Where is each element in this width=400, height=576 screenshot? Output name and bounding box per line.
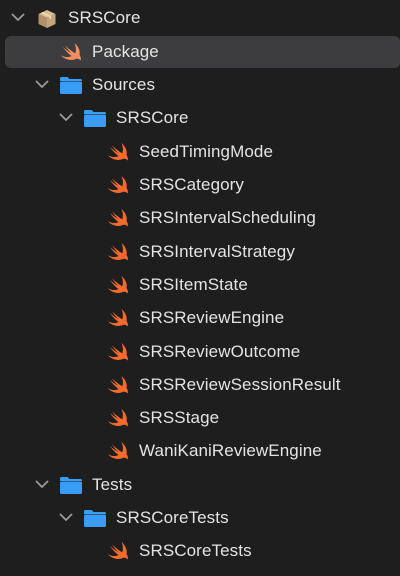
tree-item-label: Sources [92,75,156,94]
tree-item-label: WaniKaniReviewEngine [139,441,322,460]
swift-file-icon [107,135,131,168]
tree-item-srscore-folder[interactable]: SRSCore [0,101,400,134]
swift-file-icon [60,35,84,68]
folder-icon [59,68,83,101]
folder-icon [83,101,107,134]
swift-file-icon [107,534,131,567]
tree-item-label: SRSIntervalStrategy [139,242,295,261]
project-navigator: SRSCore Package Sources SRSCore SeedTimi… [0,0,400,576]
tree-item-swift-file[interactable]: SRSIntervalStrategy [0,235,400,268]
swift-file-icon [107,434,131,467]
tree-item-label: SRSReviewOutcome [139,342,301,361]
swift-file-icon [107,268,131,301]
tree-item-label: SRSCategory [139,175,245,194]
chevron-down-icon[interactable] [10,1,26,34]
tree-item-tests-folder[interactable]: Tests [0,468,400,501]
chevron-down-icon[interactable] [58,101,74,134]
tree-item-label: Package [92,42,159,61]
tree-item-label: SRSReviewSessionResult [139,375,341,394]
tree-item-package-swift[interactable]: Package [0,35,400,68]
swift-file-icon [107,368,131,401]
tree-item-srscore-package[interactable]: SRSCore [0,1,400,34]
tree-item-swift-file[interactable]: SRSReviewEngine [0,301,400,334]
chevron-down-icon[interactable] [34,468,50,501]
tree-item-label: SRSItemState [139,275,248,294]
tree-item-srscoretests-folder[interactable]: SRSCoreTests [0,501,400,534]
swift-file-icon [107,235,131,268]
folder-icon [59,468,83,501]
swift-file-icon [107,335,131,368]
tree-item-swift-file[interactable]: SRSCoreTests [0,534,400,567]
package-icon [36,1,60,34]
tree-item-label: Tests [92,475,133,494]
tree-item-label: SRSCore [68,8,141,27]
tree-item-sources-folder[interactable]: Sources [0,68,400,101]
tree-item-label: SRSCoreTests [116,508,229,527]
tree-item-swift-file[interactable]: SRSStage [0,401,400,434]
swift-file-icon [107,168,131,201]
tree-item-label: SRSCore [116,108,189,127]
tree-item-label: SRSStage [139,408,220,427]
swift-file-icon [107,401,131,434]
tree-item-swift-file[interactable]: SRSItemState [0,268,400,301]
tree-item-swift-file[interactable]: SRSCategory [0,168,400,201]
tree-item-label: SeedTimingMode [139,142,274,161]
swift-file-icon [107,301,131,334]
tree-item-label: SRSCoreTests [139,541,252,560]
tree-item-swift-file[interactable]: SRSReviewOutcome [0,335,400,368]
tree-item-label: SRSIntervalScheduling [139,208,316,227]
chevron-down-icon[interactable] [34,68,50,101]
swift-file-icon [107,201,131,234]
tree-item-swift-file[interactable]: SRSReviewSessionResult [0,368,400,401]
tree-item-swift-file[interactable]: SeedTimingMode [0,135,400,168]
folder-icon [83,501,107,534]
tree-item-swift-file[interactable]: SRSIntervalScheduling [0,201,400,234]
chevron-down-icon[interactable] [58,501,74,534]
tree-item-label: SRSReviewEngine [139,308,285,327]
tree-item-swift-file[interactable]: WaniKaniReviewEngine [0,434,400,467]
